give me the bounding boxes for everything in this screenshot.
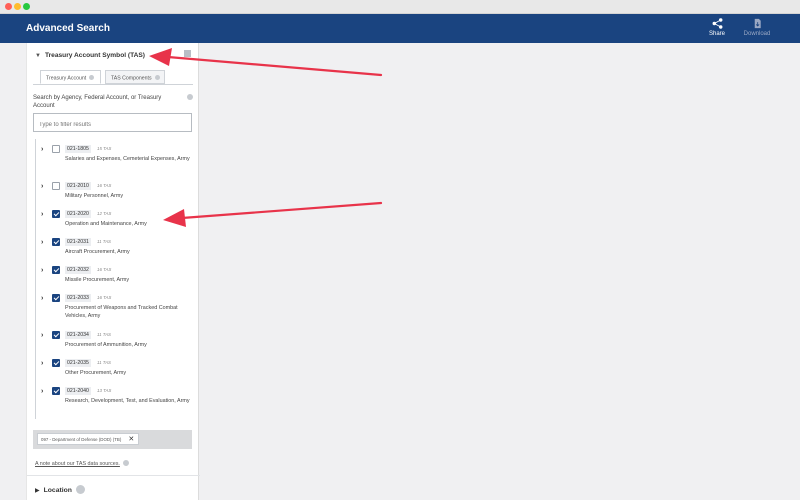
- annotation-arrows: [149, 48, 383, 227]
- annotation-arrow-section-title: [149, 48, 383, 77]
- annotation-arrow-checked-node: [163, 201, 383, 227]
